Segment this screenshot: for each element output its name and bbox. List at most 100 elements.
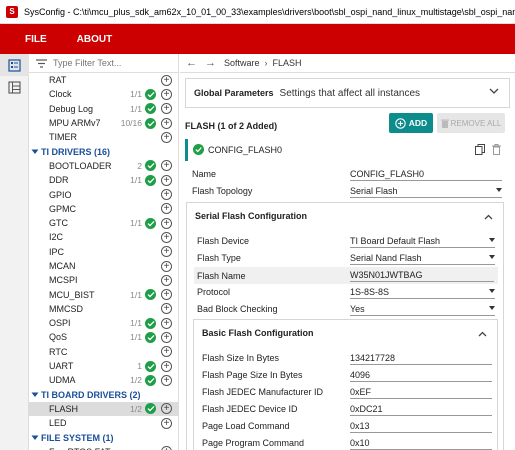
forward-arrow-icon[interactable]: → xyxy=(205,57,216,69)
tree-item[interactable]: Clock 1/1 + xyxy=(29,87,178,101)
menu-about[interactable]: ABOUT xyxy=(77,34,113,45)
bad-block-checking-select[interactable]: Yes xyxy=(350,303,495,316)
chevron-down-icon[interactable] xyxy=(31,390,39,400)
add-instance-button[interactable]: ADD xyxy=(389,113,433,133)
configuration-view-icon[interactable] xyxy=(0,54,29,76)
tree-item[interactable]: Debug Log 1/1 + xyxy=(29,102,178,116)
manufacturer-id-input[interactable]: 0xEF xyxy=(350,386,492,399)
flash-type-select[interactable]: Serial Nand Flash xyxy=(350,252,495,265)
tree-item[interactable]: MPU ARMv7 10/16 + xyxy=(29,116,178,130)
add-circle-icon[interactable]: + xyxy=(161,246,172,258)
tree-item[interactable]: I2C + xyxy=(29,230,178,244)
tree-item-label: Debug Log xyxy=(49,103,94,114)
add-circle-icon[interactable]: + xyxy=(161,303,172,315)
add-circle-icon[interactable]: + xyxy=(161,317,172,329)
device-id-label: Flash JEDEC Device ID xyxy=(202,404,298,414)
check-circle-icon xyxy=(145,174,156,186)
files-view-icon[interactable] xyxy=(0,76,29,98)
add-circle-icon[interactable]: + xyxy=(161,346,172,358)
add-circle-icon[interactable]: + xyxy=(161,160,172,172)
remove-all-label: REMOVE ALL xyxy=(450,118,502,128)
chevron-up-icon[interactable] xyxy=(478,329,487,339)
tree-item[interactable]: DDR 1/1 + xyxy=(29,173,178,187)
add-circle-icon[interactable]: + xyxy=(161,117,172,129)
menu-bar: FILE ABOUT xyxy=(0,24,515,54)
tree-item[interactable]: UART 1 + xyxy=(29,359,178,373)
tree-item[interactable]: MCAN + xyxy=(29,259,178,273)
add-circle-icon[interactable]: + xyxy=(161,417,172,429)
copy-icon[interactable] xyxy=(475,144,485,157)
tree-item[interactable]: MCSPI + xyxy=(29,273,178,287)
add-circle-icon[interactable]: + xyxy=(161,131,172,143)
add-circle-icon[interactable]: + xyxy=(161,446,172,450)
flash-size-input[interactable]: 134217728 xyxy=(350,352,492,365)
tree-item-label: RTC xyxy=(49,346,68,357)
tree-item[interactable]: LED + xyxy=(29,416,178,430)
filter-icon xyxy=(29,58,53,68)
module-sidebar: RAT + Clock 1/1 + Debug Log 1/1 + MPU ARMv7 10/16… xyxy=(29,54,179,450)
tree-category[interactable]: TI BOARD DRIVERS (2) xyxy=(29,388,178,402)
check-circle-icon xyxy=(145,317,156,329)
menu-file[interactable]: FILE xyxy=(25,34,47,45)
add-circle-icon[interactable]: + xyxy=(161,331,172,343)
tree-item[interactable]: IPC + xyxy=(29,245,178,259)
add-circle-icon[interactable]: + xyxy=(161,189,172,201)
add-circle-icon[interactable]: + xyxy=(161,260,172,272)
chevron-down-icon[interactable] xyxy=(31,147,39,157)
chevron-up-icon[interactable] xyxy=(484,212,493,222)
tree-item[interactable]: RAT + xyxy=(29,73,178,87)
add-circle-icon[interactable]: + xyxy=(161,74,172,86)
add-circle-icon[interactable]: + xyxy=(161,88,172,100)
tree-item-label: UART xyxy=(49,361,74,372)
tree-item[interactable]: RTC + xyxy=(29,345,178,359)
add-circle-icon[interactable]: + xyxy=(161,174,172,186)
tree-item[interactable]: FreeRTOS FAT+ xyxy=(29,445,178,450)
global-parameters-panel[interactable]: Global Parameters Settings that affect a… xyxy=(185,78,510,108)
tree-item[interactable]: FLASH 1/2 + xyxy=(29,401,178,417)
page-load-command-label: Page Load Command xyxy=(202,421,290,431)
tree-item-count: 1/1 xyxy=(130,289,142,300)
tree-item[interactable]: MCU_BIST 1/1 + xyxy=(29,287,178,301)
page-program-command-field: Page Program Command 0x10 xyxy=(202,436,492,450)
add-circle-icon[interactable]: + xyxy=(161,203,172,215)
name-input[interactable]: CONFIG_FLASH0 xyxy=(350,168,502,181)
instance-row[interactable]: CONFIG_FLASH0 xyxy=(185,139,505,161)
tree-item[interactable]: GPIO + xyxy=(29,187,178,201)
filter-input[interactable] xyxy=(53,58,173,68)
chevron-down-icon[interactable] xyxy=(489,87,499,97)
tree-item[interactable]: OSPI 1/1 + xyxy=(29,316,178,330)
tree-item[interactable]: TIMER + xyxy=(29,130,178,144)
breadcrumb-parent[interactable]: Software xyxy=(224,58,260,68)
add-circle-icon[interactable]: + xyxy=(161,231,172,243)
tree-item[interactable]: BOOTLOADER 2 + xyxy=(29,159,178,173)
tree-item[interactable]: UDMA 1/2 + xyxy=(29,373,178,387)
tree-item-count: 10/16 xyxy=(120,118,142,129)
flash-name-input[interactable]: W35N01JWTBAG xyxy=(350,269,494,282)
tree-category[interactable]: TI DRIVERS (16) xyxy=(29,144,178,158)
device-id-input[interactable]: 0xDC21 xyxy=(350,403,492,416)
page-program-command-input[interactable]: 0x10 xyxy=(350,437,492,450)
add-circle-icon[interactable]: + xyxy=(161,360,172,372)
add-circle-icon[interactable]: + xyxy=(161,103,172,115)
chevron-down-icon[interactable] xyxy=(31,433,39,443)
flash-device-select[interactable]: TI Board Default Flash xyxy=(350,235,495,248)
tree-category[interactable]: FILE SYSTEM (1) xyxy=(29,430,178,444)
tree-item[interactable]: GPMC + xyxy=(29,202,178,216)
tree-item[interactable]: MMCSD + xyxy=(29,302,178,316)
add-circle-icon[interactable]: + xyxy=(161,274,172,286)
add-circle-icon[interactable]: + xyxy=(161,374,172,386)
back-arrow-icon[interactable]: ← xyxy=(186,57,197,69)
add-circle-icon[interactable]: + xyxy=(161,217,172,229)
add-circle-icon[interactable]: + xyxy=(161,403,172,415)
tree-item[interactable]: GTC 1/1 + xyxy=(29,216,178,230)
delete-icon[interactable] xyxy=(492,144,501,157)
protocol-select[interactable]: 1S-8S-8S xyxy=(350,286,495,299)
flash-page-size-input[interactable]: 4096 xyxy=(350,369,492,382)
tree-item[interactable]: QoS 1/1 + xyxy=(29,330,178,344)
module-tree: RAT + Clock 1/1 + Debug Log 1/1 + MPU ARMv7 10/16… xyxy=(29,73,178,450)
page-load-command-input[interactable]: 0x13 xyxy=(350,420,492,433)
tree-category-label: TI DRIVERS (16) xyxy=(41,146,111,157)
flash-type-label: Flash Type xyxy=(197,253,241,263)
add-circle-icon[interactable]: + xyxy=(161,289,172,301)
flash-topology-select[interactable]: Serial Flash xyxy=(350,185,502,198)
